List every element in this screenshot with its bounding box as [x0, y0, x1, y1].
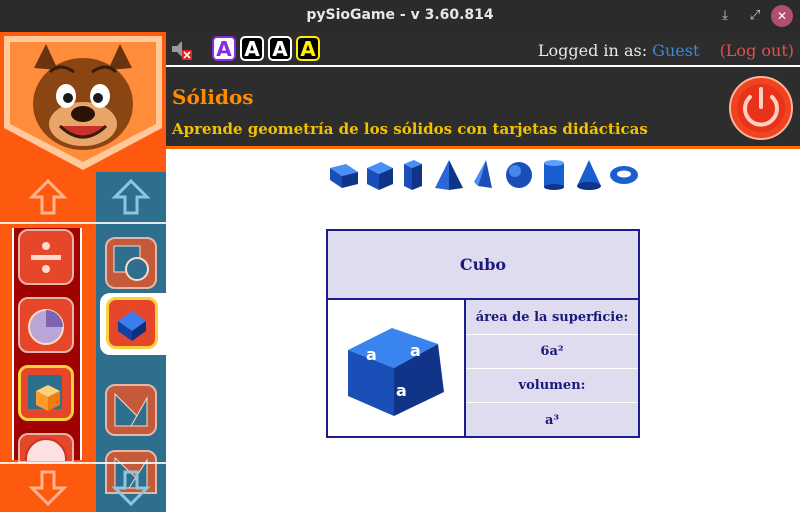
- cube-face-label: a: [396, 381, 407, 400]
- logout-link[interactable]: (Log out): [720, 41, 794, 60]
- activity-title: Sólidos: [172, 85, 254, 109]
- cube-face-label: a: [366, 345, 377, 364]
- square-circle-icon: [113, 245, 149, 281]
- flashcard-image: a a a: [328, 300, 466, 436]
- logo-area: [0, 32, 166, 172]
- close-button[interactable]: ✕: [771, 5, 793, 27]
- surface-area-formula: 6a²: [466, 335, 638, 369]
- sidebar-divider: [0, 222, 166, 224]
- pyramid-icon[interactable]: [433, 158, 465, 192]
- category-scroll-down-button[interactable]: [0, 464, 96, 512]
- flashcard-title: Cubo: [328, 231, 638, 300]
- category-scroll-up-button[interactable]: [0, 172, 96, 222]
- maximize-button[interactable]: ⤢: [745, 6, 765, 26]
- font-color-white-bold-button[interactable]: A: [268, 36, 292, 61]
- subcategory-scroll-up-button[interactable]: [96, 172, 166, 222]
- tetrahedron-icon[interactable]: [468, 158, 500, 192]
- activity-subtitle: Aprende geometría de los sólidos con tar…: [172, 120, 648, 138]
- volume-formula: a³: [544, 412, 560, 428]
- window-title: pySioGame - v 3.60.814: [306, 7, 494, 23]
- solid-cube-icon: [118, 311, 146, 341]
- cuboid-icon[interactable]: [398, 158, 430, 192]
- font-color-purple-button[interactable]: A: [212, 36, 236, 61]
- category-geometry-tile[interactable]: [18, 365, 74, 421]
- clock-icon: [25, 438, 67, 461]
- power-exit-icon[interactable]: [728, 75, 794, 141]
- tiger-mascot-logo: [4, 36, 162, 170]
- top-toolbar: A A A A Logged in as: Guest (Log out): [166, 32, 800, 65]
- category-fractions-tile[interactable]: [18, 297, 74, 353]
- sound-muted-icon[interactable]: [170, 38, 192, 60]
- volume-label: volumen:: [466, 369, 638, 403]
- subcategory-angles-tile[interactable]: [105, 384, 157, 436]
- font-color-white-button[interactable]: A: [240, 36, 264, 61]
- cube-face-label: a: [410, 341, 421, 360]
- window-titlebar: pySioGame - v 3.60.814 ⤓ ⤢ ✕: [0, 0, 800, 32]
- flashcard: Cubo a a a área de la superficie: 6a² vo…: [326, 229, 640, 438]
- subcategory-shapes-tile[interactable]: [105, 237, 157, 289]
- angle-icon: [114, 392, 149, 427]
- arrow-up-icon: [28, 178, 68, 215]
- subcategory-scroll-down-button[interactable]: [96, 464, 166, 512]
- division-icon: [31, 242, 61, 273]
- cone-icon[interactable]: [573, 158, 605, 192]
- activity-header: Sólidos Aprende geometría de los sólidos…: [166, 65, 800, 149]
- category-clock-tile[interactable]: [18, 433, 74, 463]
- cube-illustration: a a a: [348, 328, 444, 416]
- sphere-icon[interactable]: [503, 158, 535, 192]
- login-status: Logged in as: Guest (Log out): [538, 41, 794, 60]
- triangular-prism-icon[interactable]: [328, 158, 360, 192]
- pie-fraction-icon: [28, 309, 64, 345]
- cube-icon[interactable]: [363, 158, 395, 192]
- solid-shapes-row: [328, 158, 642, 194]
- arrow-down-icon: [111, 470, 151, 507]
- login-prefix: Logged in as:: [537, 41, 653, 60]
- subcategory-solids-tile[interactable]: [106, 297, 158, 349]
- font-color-yellow-button[interactable]: A: [296, 36, 320, 61]
- cylinder-icon[interactable]: [538, 158, 570, 192]
- minimize-button[interactable]: ⤓: [715, 6, 735, 26]
- surface-area-label: área de la superficie:: [466, 301, 638, 335]
- cube-icon: [28, 375, 62, 411]
- arrow-up-icon: [111, 178, 151, 215]
- torus-icon[interactable]: [608, 158, 640, 192]
- guest-user-link[interactable]: Guest: [652, 41, 699, 60]
- category-division-tile[interactable]: [18, 229, 74, 285]
- left-sidebar: [0, 32, 166, 512]
- arrow-down-icon: [28, 470, 68, 507]
